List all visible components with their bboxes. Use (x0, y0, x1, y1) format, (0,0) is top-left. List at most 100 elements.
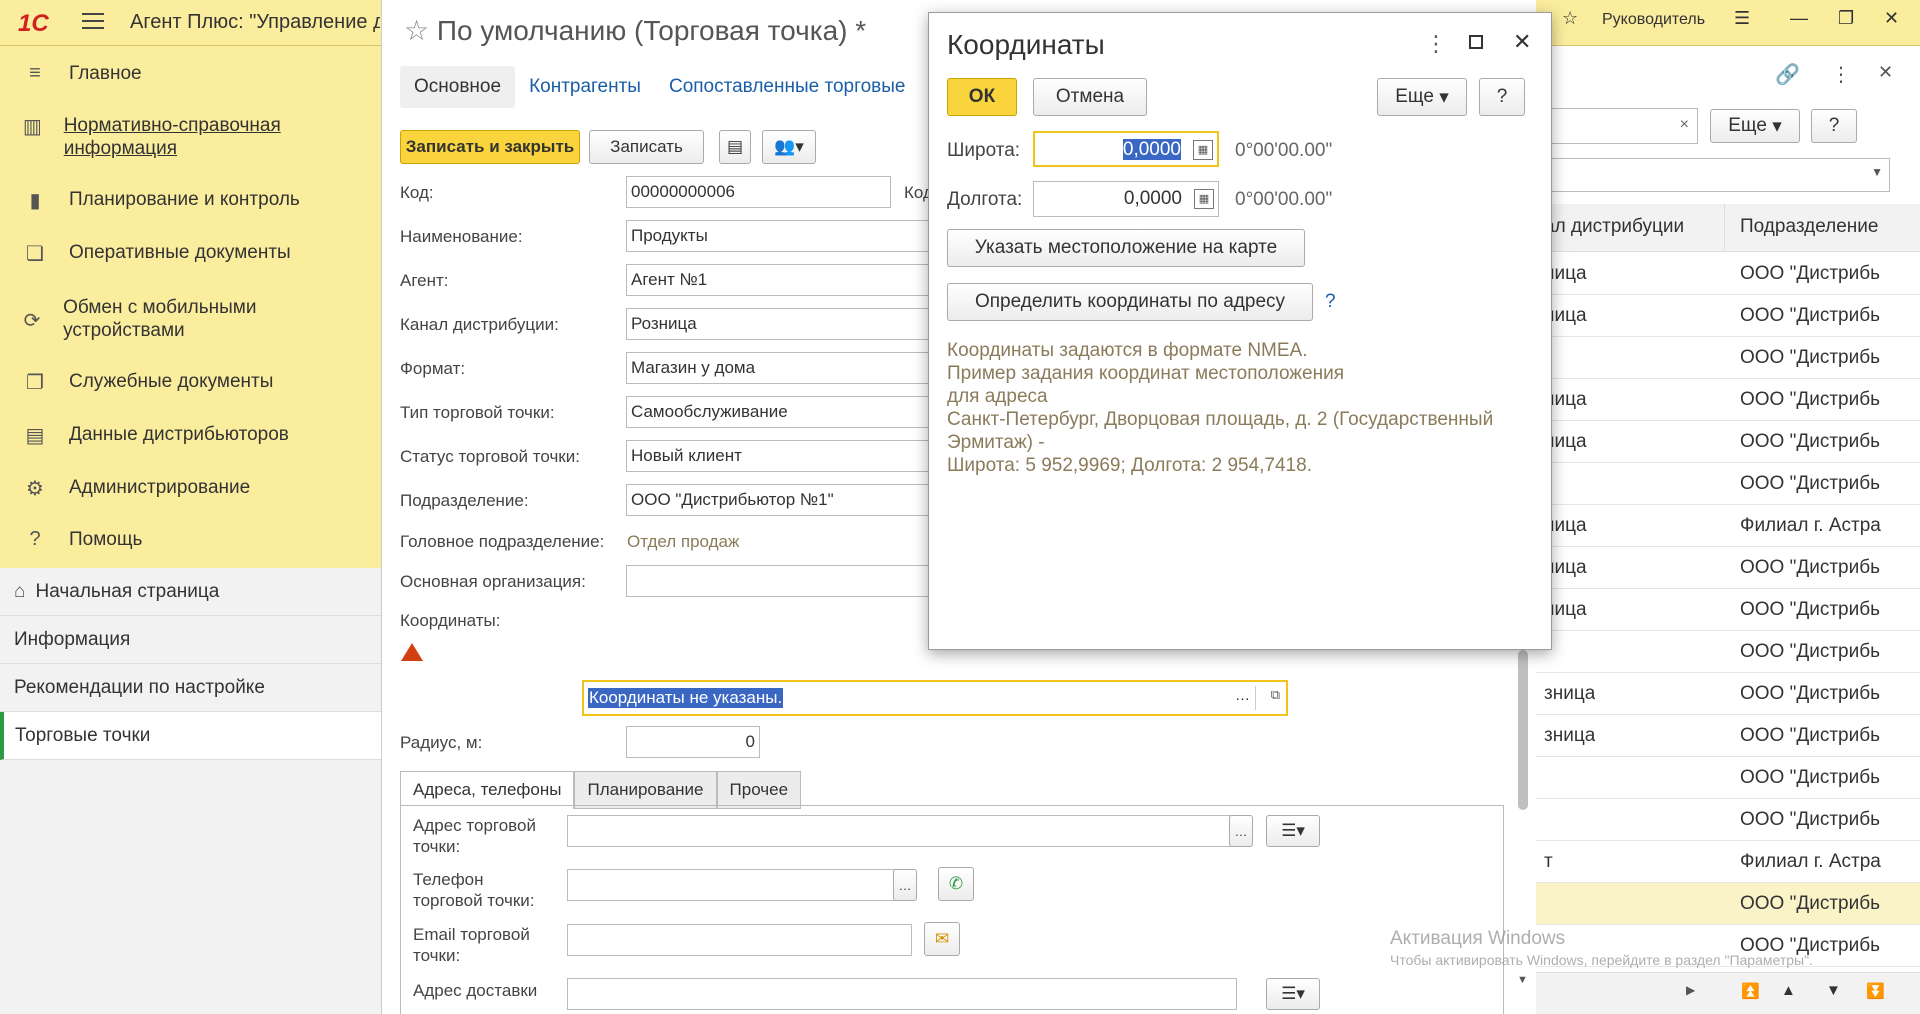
channel-field[interactable]: Розница (626, 308, 936, 340)
latitude-field[interactable]: 0,0000 ▦ (1033, 131, 1219, 167)
section-mobile-exchange[interactable]: ⟳ Обмен с мобильными устройствами (20, 296, 320, 342)
favorites-icon[interactable]: ☆ (1562, 8, 1578, 29)
longitude-field[interactable]: 0,0000 ▦ (1033, 181, 1219, 217)
favorite-star-icon[interactable]: ☆ (404, 15, 429, 46)
table-row[interactable]: ница ООО "Дистрибь (1536, 421, 1920, 463)
section-planning[interactable]: ▮ Планирование и контроль (20, 188, 299, 213)
main-org-field[interactable] (626, 565, 936, 597)
home-page-link[interactable]: ⌂ Начальная страница (0, 568, 381, 616)
col-channel-header[interactable]: ал дистрибуции (1544, 216, 1684, 238)
filter-dropdown-icon[interactable]: ▼ (1871, 165, 1883, 179)
minimize-icon[interactable]: — (1790, 8, 1808, 29)
table-row[interactable]: ница ООО "Дистрибь (1536, 547, 1920, 589)
section-distributor-data[interactable]: ▤ Данные дистрибьюторов (20, 423, 289, 448)
restore-icon[interactable]: ❐ (1838, 8, 1854, 29)
dialog-more-button[interactable]: Еще ▾ (1377, 78, 1467, 116)
trade-points-link[interactable]: Торговые точки (0, 712, 381, 760)
print-list-icon[interactable]: ▤ (719, 130, 751, 164)
agent-field[interactable]: Агент №1 (626, 264, 936, 296)
email-field[interactable] (567, 924, 912, 956)
setup-recommendations-link[interactable]: Рекомендации по настройке (0, 664, 381, 712)
list-search-field[interactable]: × (1536, 108, 1698, 144)
delivery-menu-icon[interactable]: ☰▾ (1266, 978, 1320, 1010)
table-row[interactable]: ООО "Дистрибь (1536, 799, 1920, 841)
main-menu-icon[interactable] (82, 13, 104, 31)
phone-select-icon[interactable]: … (893, 869, 917, 901)
cancel-button[interactable]: Отмена (1033, 78, 1147, 116)
list-filter-field[interactable]: ▼ (1536, 158, 1890, 192)
coords-field[interactable]: Координаты не указаны. … ⧉ (582, 680, 1288, 716)
users-dropdown-icon[interactable]: 👥▾ (762, 130, 816, 164)
user-name[interactable]: Руководитель (1602, 11, 1705, 29)
dialog-more-icon[interactable]: ⋮ (1425, 31, 1447, 57)
longitude-calculator-icon[interactable]: ▦ (1194, 189, 1214, 209)
table-row[interactable]: ница ООО "Дистрибь (1536, 589, 1920, 631)
table-row[interactable]: ООО "Дистрибь (1536, 757, 1920, 799)
list-help-button[interactable]: ? (1811, 109, 1857, 143)
close-app-icon[interactable]: ✕ (1884, 8, 1899, 29)
coords-open-icon[interactable]: ⧉ (1271, 687, 1280, 703)
tab-addresses[interactable]: Адреса, телефоны (400, 771, 575, 809)
address-select-icon[interactable]: … (1229, 815, 1253, 847)
latitude-calculator-icon[interactable]: ▦ (1193, 140, 1213, 160)
delivery-field[interactable] (567, 978, 1237, 1010)
table-row[interactable]: ООО "Дистрибь (1536, 631, 1920, 673)
radius-field[interactable]: 0 (626, 726, 760, 758)
section-service-docs[interactable]: ❐ Служебные документы (20, 370, 273, 395)
section-operative-docs[interactable]: ❏ Оперативные документы (20, 241, 291, 266)
phone-call-icon[interactable]: ✆ (938, 867, 974, 901)
table-row[interactable]: ООО "Дистрибь (1536, 337, 1920, 379)
head-division-value[interactable]: Отдел продаж (627, 532, 739, 552)
coords-select-icon[interactable]: … (1235, 687, 1250, 704)
clear-search-icon[interactable]: × (1680, 116, 1689, 134)
code-field[interactable]: 00000000006 (626, 176, 891, 208)
more-actions-icon[interactable]: ⋮ (1831, 62, 1851, 87)
link-icon[interactable]: 🔗 (1775, 62, 1800, 87)
information-link[interactable]: Информация (0, 616, 381, 664)
settings-menu-icon[interactable]: ☰ (1734, 8, 1750, 29)
format-field[interactable]: Магазин у дома (626, 352, 936, 384)
status-field[interactable]: Новый клиент (626, 440, 936, 472)
section-administration[interactable]: ⚙ Администрирование (20, 476, 250, 501)
set-location-on-map-button[interactable]: Указать местоположение на карте (947, 229, 1305, 267)
section-reference-info[interactable]: ▥ Нормативно-справочная информация (20, 114, 340, 160)
find-coords-by-address-button[interactable]: Определить координаты по адресу (947, 283, 1313, 321)
list-more-button[interactable]: Еще ▾ (1710, 109, 1800, 143)
type-field[interactable]: Самообслуживание (626, 396, 936, 428)
table-row[interactable]: зница ООО "Дистрибь (1536, 715, 1920, 757)
email-send-icon[interactable]: ✉ (924, 922, 960, 956)
address-field[interactable] (567, 815, 1234, 847)
scroll-down-icon[interactable]: ▼ (1517, 974, 1528, 986)
tab-counterparties[interactable]: Контрагенты (515, 66, 655, 108)
table-row[interactable]: ООО "Дистрибь (1536, 883, 1920, 925)
table-row[interactable]: зница ООО "Дистрибь (1536, 673, 1920, 715)
scroll-down-list-icon[interactable]: ▼ (1826, 982, 1841, 999)
section-help[interactable]: ? Помощь (20, 528, 142, 551)
phone-field[interactable] (567, 869, 897, 901)
table-row[interactable]: ница ООО "Дистрибь (1536, 379, 1920, 421)
table-row[interactable]: ООО "Дистрибь (1536, 463, 1920, 505)
tab-matched-points[interactable]: Сопоставленные торговые (655, 66, 920, 108)
col-division-header[interactable]: Подразделение (1740, 216, 1878, 238)
tab-other[interactable]: Прочее (716, 771, 802, 809)
scroll-top-icon[interactable]: ⏫ (1741, 982, 1760, 1000)
scroll-bottom-icon[interactable]: ⏬ (1866, 982, 1885, 1000)
division-field[interactable]: ООО "Дистрибьютор №1" (626, 484, 936, 516)
dialog-maximize-icon[interactable] (1469, 35, 1483, 49)
save-and-close-button[interactable]: Записать и закрыть (400, 130, 580, 164)
ok-button[interactable]: ОК (947, 78, 1017, 116)
table-row[interactable]: ница ООО "Дистрибь (1536, 253, 1920, 295)
dialog-close-icon[interactable]: ✕ (1513, 29, 1531, 55)
name-field[interactable]: Продукты (626, 220, 936, 252)
close-list-icon[interactable]: ✕ (1878, 62, 1893, 83)
table-row[interactable]: ница ООО "Дистрибь (1536, 295, 1920, 337)
section-main[interactable]: ≡ Главное (20, 62, 141, 85)
scroll-up-icon[interactable]: ▲ (1781, 982, 1796, 999)
address-menu-icon[interactable]: ☰▾ (1266, 815, 1320, 847)
save-button[interactable]: Записать (589, 130, 704, 164)
form-scrollbar[interactable] (1518, 650, 1528, 810)
dialog-help-button[interactable]: ? (1479, 78, 1525, 116)
tab-main[interactable]: Основное (400, 66, 516, 108)
tab-planning[interactable]: Планирование (574, 771, 717, 809)
table-row[interactable]: ница Филиал г. Астра (1536, 505, 1920, 547)
